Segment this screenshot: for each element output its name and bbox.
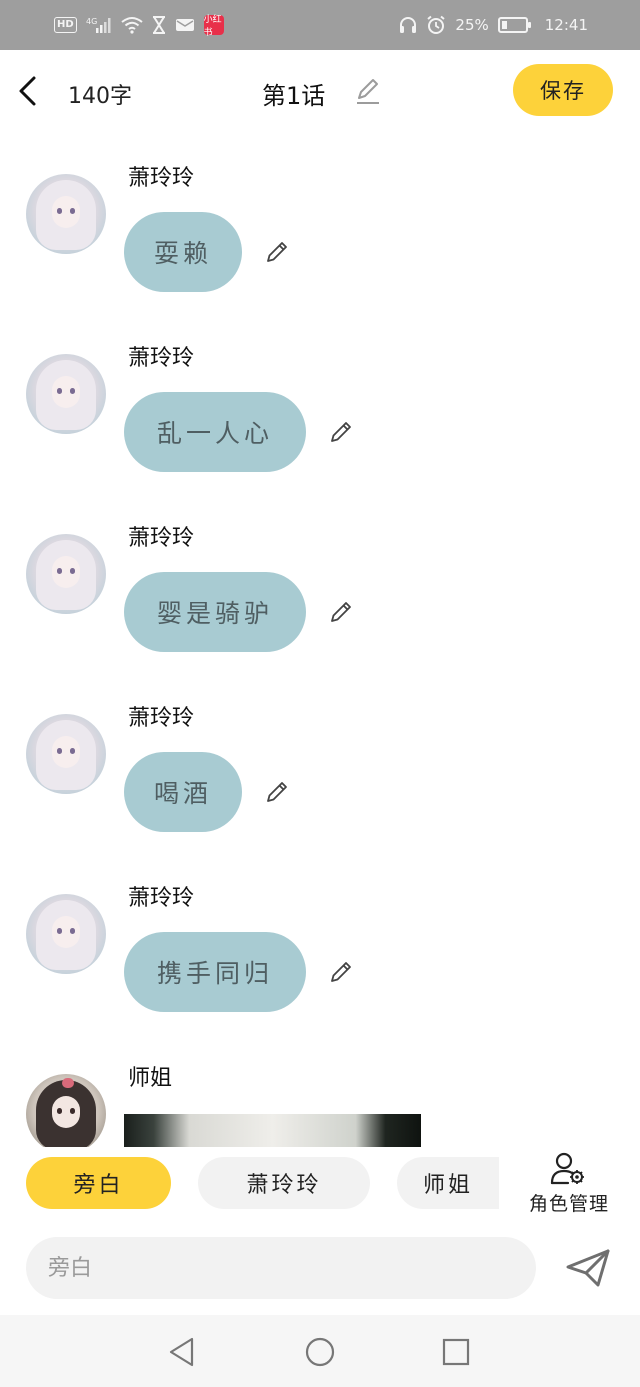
page-title[interactable]: 第1话: [262, 76, 325, 111]
message-list[interactable]: 萧玲玲 耍赖 萧玲玲 乱一人心 萧玲玲 婴是骑驴 萧玲玲 喝酒 萧玲玲 携手同归…: [0, 132, 640, 1147]
nav-home-button[interactable]: [303, 1335, 337, 1369]
hd-icon: HD: [54, 17, 77, 33]
save-button[interactable]: 保存: [513, 64, 613, 116]
clock: 12:41: [544, 16, 588, 34]
avatar[interactable]: [26, 354, 106, 434]
paper-plane-icon: [566, 1249, 610, 1287]
pencil-icon: [357, 79, 379, 104]
chevron-left-icon: [19, 76, 36, 106]
hourglass-icon: [152, 16, 166, 34]
signal-icon: 4G: [86, 16, 112, 34]
back-button[interactable]: [12, 72, 42, 110]
edit-message-button[interactable]: [262, 237, 292, 267]
avatar[interactable]: [26, 714, 106, 794]
battery-icon: [497, 17, 531, 33]
message-input[interactable]: [26, 1237, 536, 1299]
mail-icon: [175, 17, 195, 33]
edit-title-button[interactable]: [352, 75, 384, 107]
home-circle-icon: [305, 1337, 335, 1367]
back-triangle-icon: [169, 1337, 194, 1367]
status-left: HD 4G 小红书: [54, 15, 224, 38]
nav-back-button[interactable]: [165, 1335, 199, 1369]
system-nav-bar: [0, 1315, 640, 1387]
avatar[interactable]: [26, 534, 106, 614]
headphones-icon: [399, 16, 417, 34]
pencil-icon: [331, 962, 351, 982]
pencil-icon: [331, 422, 351, 442]
wifi-icon: [121, 16, 143, 34]
pencil-icon: [331, 602, 351, 622]
pencil-icon: [267, 242, 287, 262]
network-type-label: 4G: [86, 17, 97, 26]
speaker-name: 萧玲玲: [128, 886, 195, 911]
xiaohongshu-app-icon: 小红书: [203, 15, 224, 38]
character-chip-xiaolingling[interactable]: 萧玲玲: [198, 1157, 370, 1209]
role-management-label: 角色管理: [529, 1193, 610, 1215]
speaker-name: 萧玲玲: [128, 166, 195, 191]
message-bubble[interactable]: 携手同归: [124, 932, 306, 1012]
composer: [0, 1225, 640, 1315]
nav-recents-button[interactable]: [439, 1335, 473, 1369]
character-chip-shijie[interactable]: 师姐: [397, 1157, 499, 1209]
message-bubble[interactable]: 婴是骑驴: [124, 572, 306, 652]
message-bubble[interactable]: 喝酒: [124, 752, 242, 832]
status-bar: HD 4G 小红书 25% 12:41: [0, 0, 640, 50]
message-bubble[interactable]: 乱一人心: [124, 392, 306, 472]
avatar[interactable]: [26, 894, 106, 974]
avatar[interactable]: [26, 1074, 106, 1147]
user-gear-icon: [550, 1152, 584, 1185]
recents-square-icon: [442, 1338, 470, 1366]
edit-message-button[interactable]: [326, 957, 356, 987]
alarm-icon: [426, 15, 446, 35]
message-bubble[interactable]: 耍赖: [124, 212, 242, 292]
edit-message-button[interactable]: [326, 417, 356, 447]
word-count: 140字: [68, 84, 132, 109]
speaker-name: 萧玲玲: [128, 526, 195, 551]
battery-percent: 25%: [455, 16, 489, 34]
speaker-name: 萧玲玲: [128, 706, 195, 731]
pencil-icon: [267, 782, 287, 802]
speaker-name: 萧玲玲: [128, 346, 195, 371]
status-right: 25% 12:41: [399, 15, 588, 35]
character-selector: 旁白 萧玲玲 师姐 角色管理: [0, 1147, 640, 1225]
send-button[interactable]: [560, 1243, 616, 1293]
edit-message-button[interactable]: [326, 597, 356, 627]
role-management-button[interactable]: 角色管理: [520, 1147, 620, 1217]
character-chip-narrator[interactable]: 旁白: [26, 1157, 171, 1209]
edit-message-button[interactable]: [262, 777, 292, 807]
editor-header: 140字 第1话 保存: [0, 50, 640, 132]
avatar[interactable]: [26, 174, 106, 254]
battery-level: [501, 21, 508, 29]
speaker-name: 师姐: [128, 1066, 173, 1091]
message-image[interactable]: [124, 1114, 421, 1147]
